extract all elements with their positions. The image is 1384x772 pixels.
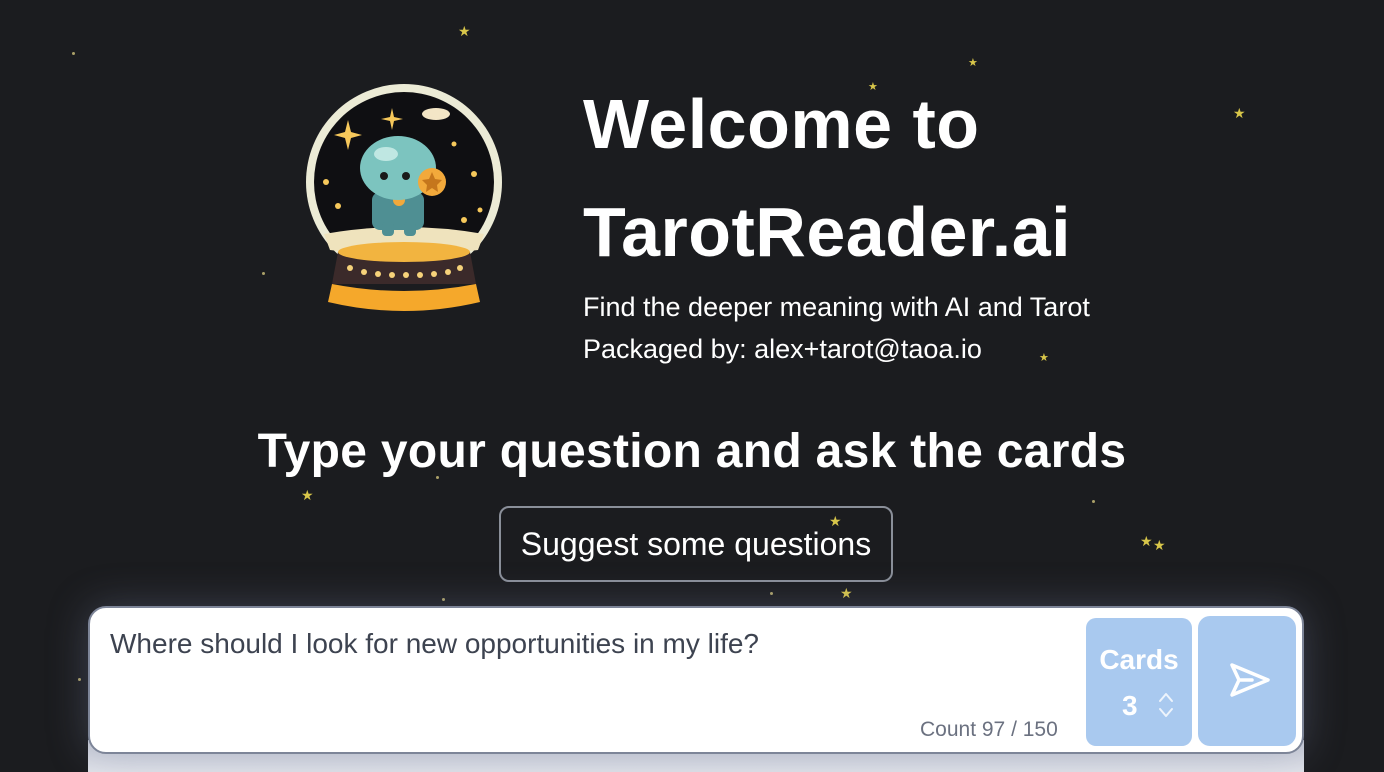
star-icon: ★ <box>840 585 853 601</box>
ask-heading: Type your question and ask the cards <box>257 425 1127 478</box>
tagline: Find the deeper meaning with AI and Taro… <box>583 292 1090 322</box>
star-icon: ★ <box>458 23 471 39</box>
crystal-ball-robot-icon <box>306 84 502 311</box>
hero-section: Welcome to TarotReader.ai Find the deepe… <box>300 70 1180 364</box>
star-icon: ★ <box>301 487 314 503</box>
question-input[interactable]: Where should I look for new opportunitie… <box>110 628 1070 718</box>
star-dot <box>442 598 445 601</box>
question-panel: Where should I look for new opportunitie… <box>88 606 1304 754</box>
star-dot <box>78 678 81 681</box>
cards-count-selector[interactable]: Cards 3 <box>1086 618 1192 746</box>
cards-value[interactable]: 3 <box>1122 690 1138 722</box>
star-icon: ★ <box>1140 533 1153 549</box>
star-dot <box>770 592 773 595</box>
stepper-arrows-icon[interactable] <box>1156 688 1176 722</box>
star-icon: ★ <box>1153 537 1166 553</box>
star-icon: ★ <box>1233 105 1246 121</box>
title-line-1: Welcome to <box>583 85 980 163</box>
send-icon <box>1230 662 1270 697</box>
star-dot <box>262 272 265 275</box>
star-dot <box>1092 500 1095 503</box>
star-dot <box>72 52 75 55</box>
send-button[interactable] <box>1198 616 1296 746</box>
suggest-questions-button[interactable]: Suggest some questions <box>499 506 893 582</box>
cards-label: Cards <box>1099 644 1179 675</box>
star-icon: ★ <box>968 57 978 69</box>
hero-text: Welcome to TarotReader.ai Find the deepe… <box>583 70 1183 370</box>
title-line-2: TarotReader.ai <box>583 193 1072 271</box>
packaged-by: Packaged by: alex+tarot@taoa.io <box>583 334 982 364</box>
character-count: Count 97 / 150 <box>920 718 1058 741</box>
